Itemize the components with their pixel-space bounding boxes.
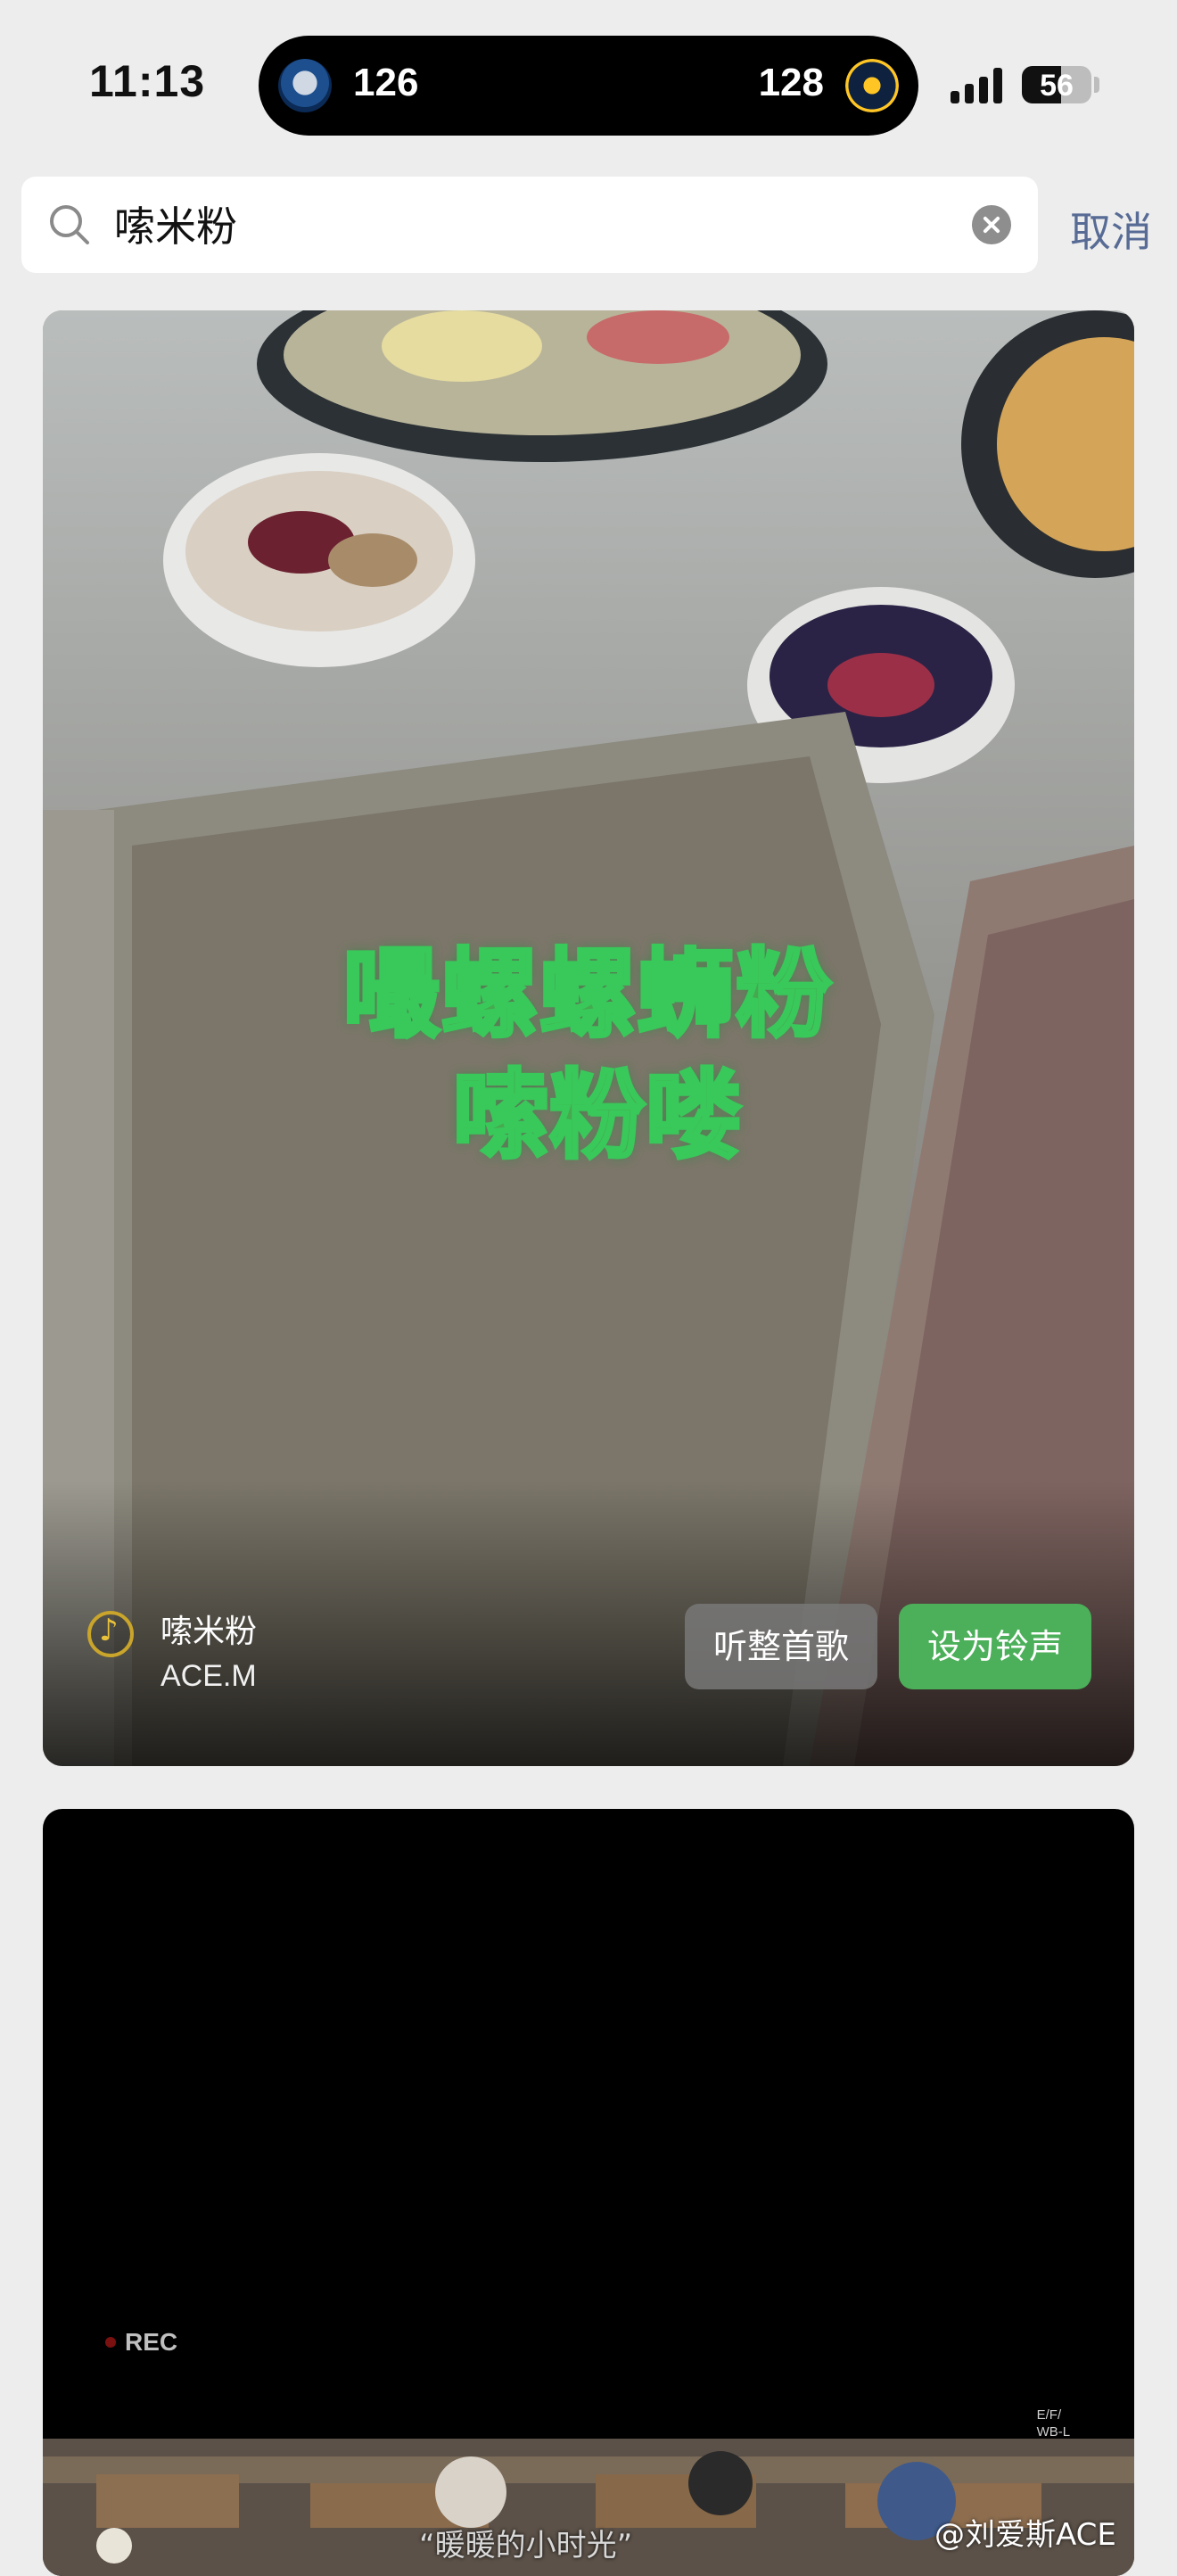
- search-box[interactable]: [21, 177, 1038, 273]
- search-icon: [50, 205, 89, 244]
- listen-full-song-button[interactable]: 听整首歌: [685, 1604, 877, 1689]
- search-input[interactable]: [114, 198, 881, 250]
- battery-cap: [1094, 77, 1099, 93]
- battery-icon: 56: [1022, 66, 1091, 103]
- video-overlay-line2: 嗦粉喽: [451, 1059, 744, 1174]
- rec-indicator-icon: [105, 2337, 116, 2348]
- clear-search-icon[interactable]: [972, 205, 1011, 244]
- right-team-score: 128: [758, 61, 824, 104]
- status-time: 11:13: [89, 56, 206, 106]
- set-as-ringtone-button[interactable]: 设为铃声: [899, 1604, 1091, 1689]
- video-overlay-line1: 嘬螺螺蛳粉: [342, 937, 834, 1053]
- mavericks-logo-icon: [278, 59, 332, 112]
- nuggets-logo-icon: [845, 59, 899, 112]
- song-artist: ACE.M: [160, 1659, 257, 1693]
- second-video-card[interactable]: REC E/F/ WB-L AWB 3300K AF ISO: [43, 1809, 1134, 2576]
- cellular-signal-icon: [951, 68, 1006, 103]
- cancel-button[interactable]: 取消: [1070, 200, 1152, 259]
- song-title: 嗦米粉: [160, 1614, 258, 1650]
- live-activity-scoreboard[interactable]: 126 128: [259, 36, 918, 136]
- ringtone-video-card[interactable]: 嘬螺螺蛳粉 嗦粉喽 嗦米粉 ACE.M 听整首歌 设为铃声: [43, 310, 1134, 1766]
- battery-level: 56: [1040, 69, 1074, 103]
- music-note-icon: [87, 1611, 134, 1657]
- rec-label: REC: [125, 2328, 178, 2356]
- left-team-score: 126: [353, 61, 419, 104]
- weibo-watermark: @刘爱斯ACE: [934, 2517, 1116, 2553]
